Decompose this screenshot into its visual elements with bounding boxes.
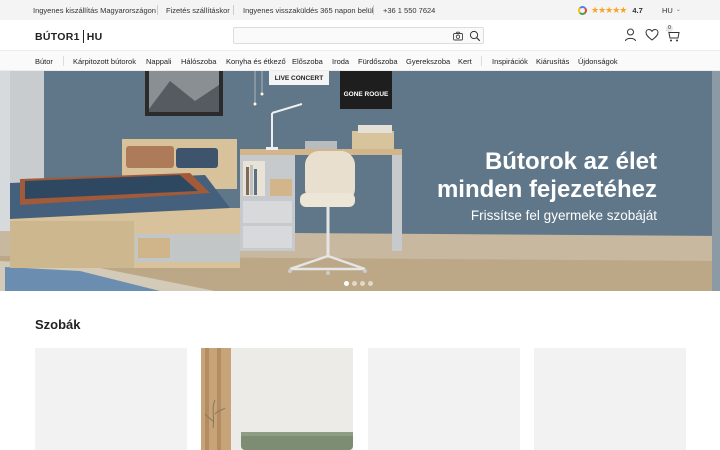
- nav-item-haloszoba[interactable]: Hálószoba: [181, 57, 216, 66]
- main-nav: Bútor Kárpitozott bútorok Nappali Hálósz…: [0, 50, 720, 71]
- language-label: HU: [662, 6, 673, 15]
- search-input[interactable]: [240, 31, 450, 46]
- slider-dot[interactable]: [360, 281, 365, 286]
- poster-gone-rogue: GONE ROGUE: [344, 91, 389, 98]
- nav-item-eloszoba[interactable]: Előszoba: [292, 57, 323, 66]
- nav-item-kiarusitas[interactable]: Kiárusítás: [536, 57, 569, 66]
- hero-banner[interactable]: LIVE CONCERT GONE ROGUE Bútorok az élet …: [0, 71, 720, 291]
- nav-item-karpitozott[interactable]: Kárpitozott bútorok: [73, 57, 136, 66]
- logo-name: BÚTOR1: [35, 30, 80, 43]
- room-card[interactable]: [35, 348, 187, 450]
- nav-item-butor[interactable]: Bútor: [35, 57, 53, 66]
- nav-item-furdoszoba[interactable]: Fürdőszoba: [358, 57, 398, 66]
- payment-text: Fizetés szállításkor: [166, 6, 230, 15]
- room-card[interactable]: [201, 348, 353, 450]
- nav-divider: [481, 56, 482, 66]
- nav-item-konyha[interactable]: Konyha és étkező: [226, 57, 286, 66]
- nav-item-inspiraciok[interactable]: Inspirációk: [492, 57, 528, 66]
- room-card[interactable]: [534, 348, 686, 450]
- chevron-down-icon: ⌄: [675, 7, 681, 13]
- slider-dot[interactable]: [368, 281, 373, 286]
- logo[interactable]: BÚTOR1 HU: [35, 30, 103, 43]
- cart-count-badge: 0: [666, 25, 673, 32]
- room-card[interactable]: [368, 348, 520, 450]
- slider-dot[interactable]: [352, 281, 357, 286]
- nav-item-ujdonsagok[interactable]: Újdonságok: [578, 57, 618, 66]
- site-header: BÚTOR1 HU 0: [0, 20, 720, 50]
- hero-subtitle: Frissítse fel gyermeke szobáját: [470, 208, 657, 223]
- language-selector[interactable]: HU ⌄: [662, 6, 681, 15]
- hero-title: Bútorok az élet minden fejezetéhez: [436, 148, 657, 203]
- nav-item-nappali[interactable]: Nappali: [146, 57, 171, 66]
- slider-dots: [344, 281, 373, 286]
- nav-divider: [63, 56, 64, 66]
- heart-icon[interactable]: [645, 27, 659, 43]
- nav-item-kert[interactable]: Kert: [458, 57, 472, 66]
- phone-link[interactable]: +36 1 550 7624: [383, 6, 435, 15]
- divider: [157, 5, 158, 15]
- logo-country: HU: [86, 30, 103, 43]
- returns-text: Ingyenes visszaküldés 365 napon belül: [243, 6, 374, 15]
- poster-live-concert: LIVE CONCERT: [275, 75, 323, 82]
- search-bar: [233, 27, 484, 46]
- rooms-heading: Szobák: [35, 317, 81, 332]
- divider: [373, 5, 374, 15]
- logo-divider: [82, 30, 84, 43]
- free-shipping-text: Ingyenes kiszállítás Magyarországon: [33, 6, 156, 15]
- rating-score: 4.7: [632, 5, 643, 15]
- nav-item-gyerekszoba[interactable]: Gyerekszoba: [406, 57, 450, 66]
- google-rating[interactable]: ★★★★★ 4.7: [578, 4, 643, 16]
- room-card-image: [201, 348, 353, 450]
- google-icon: [578, 5, 587, 15]
- search-icon[interactable]: [469, 30, 481, 42]
- nav-item-iroda[interactable]: Iroda: [332, 57, 349, 66]
- user-icon[interactable]: [624, 27, 637, 43]
- divider: [233, 5, 234, 15]
- top-info-bar: Ingyenes kiszállítás Magyarországon Fize…: [0, 0, 720, 20]
- camera-icon[interactable]: [452, 30, 464, 42]
- slider-dot[interactable]: [344, 281, 349, 286]
- rating-stars-icon: ★★★★★: [591, 4, 627, 15]
